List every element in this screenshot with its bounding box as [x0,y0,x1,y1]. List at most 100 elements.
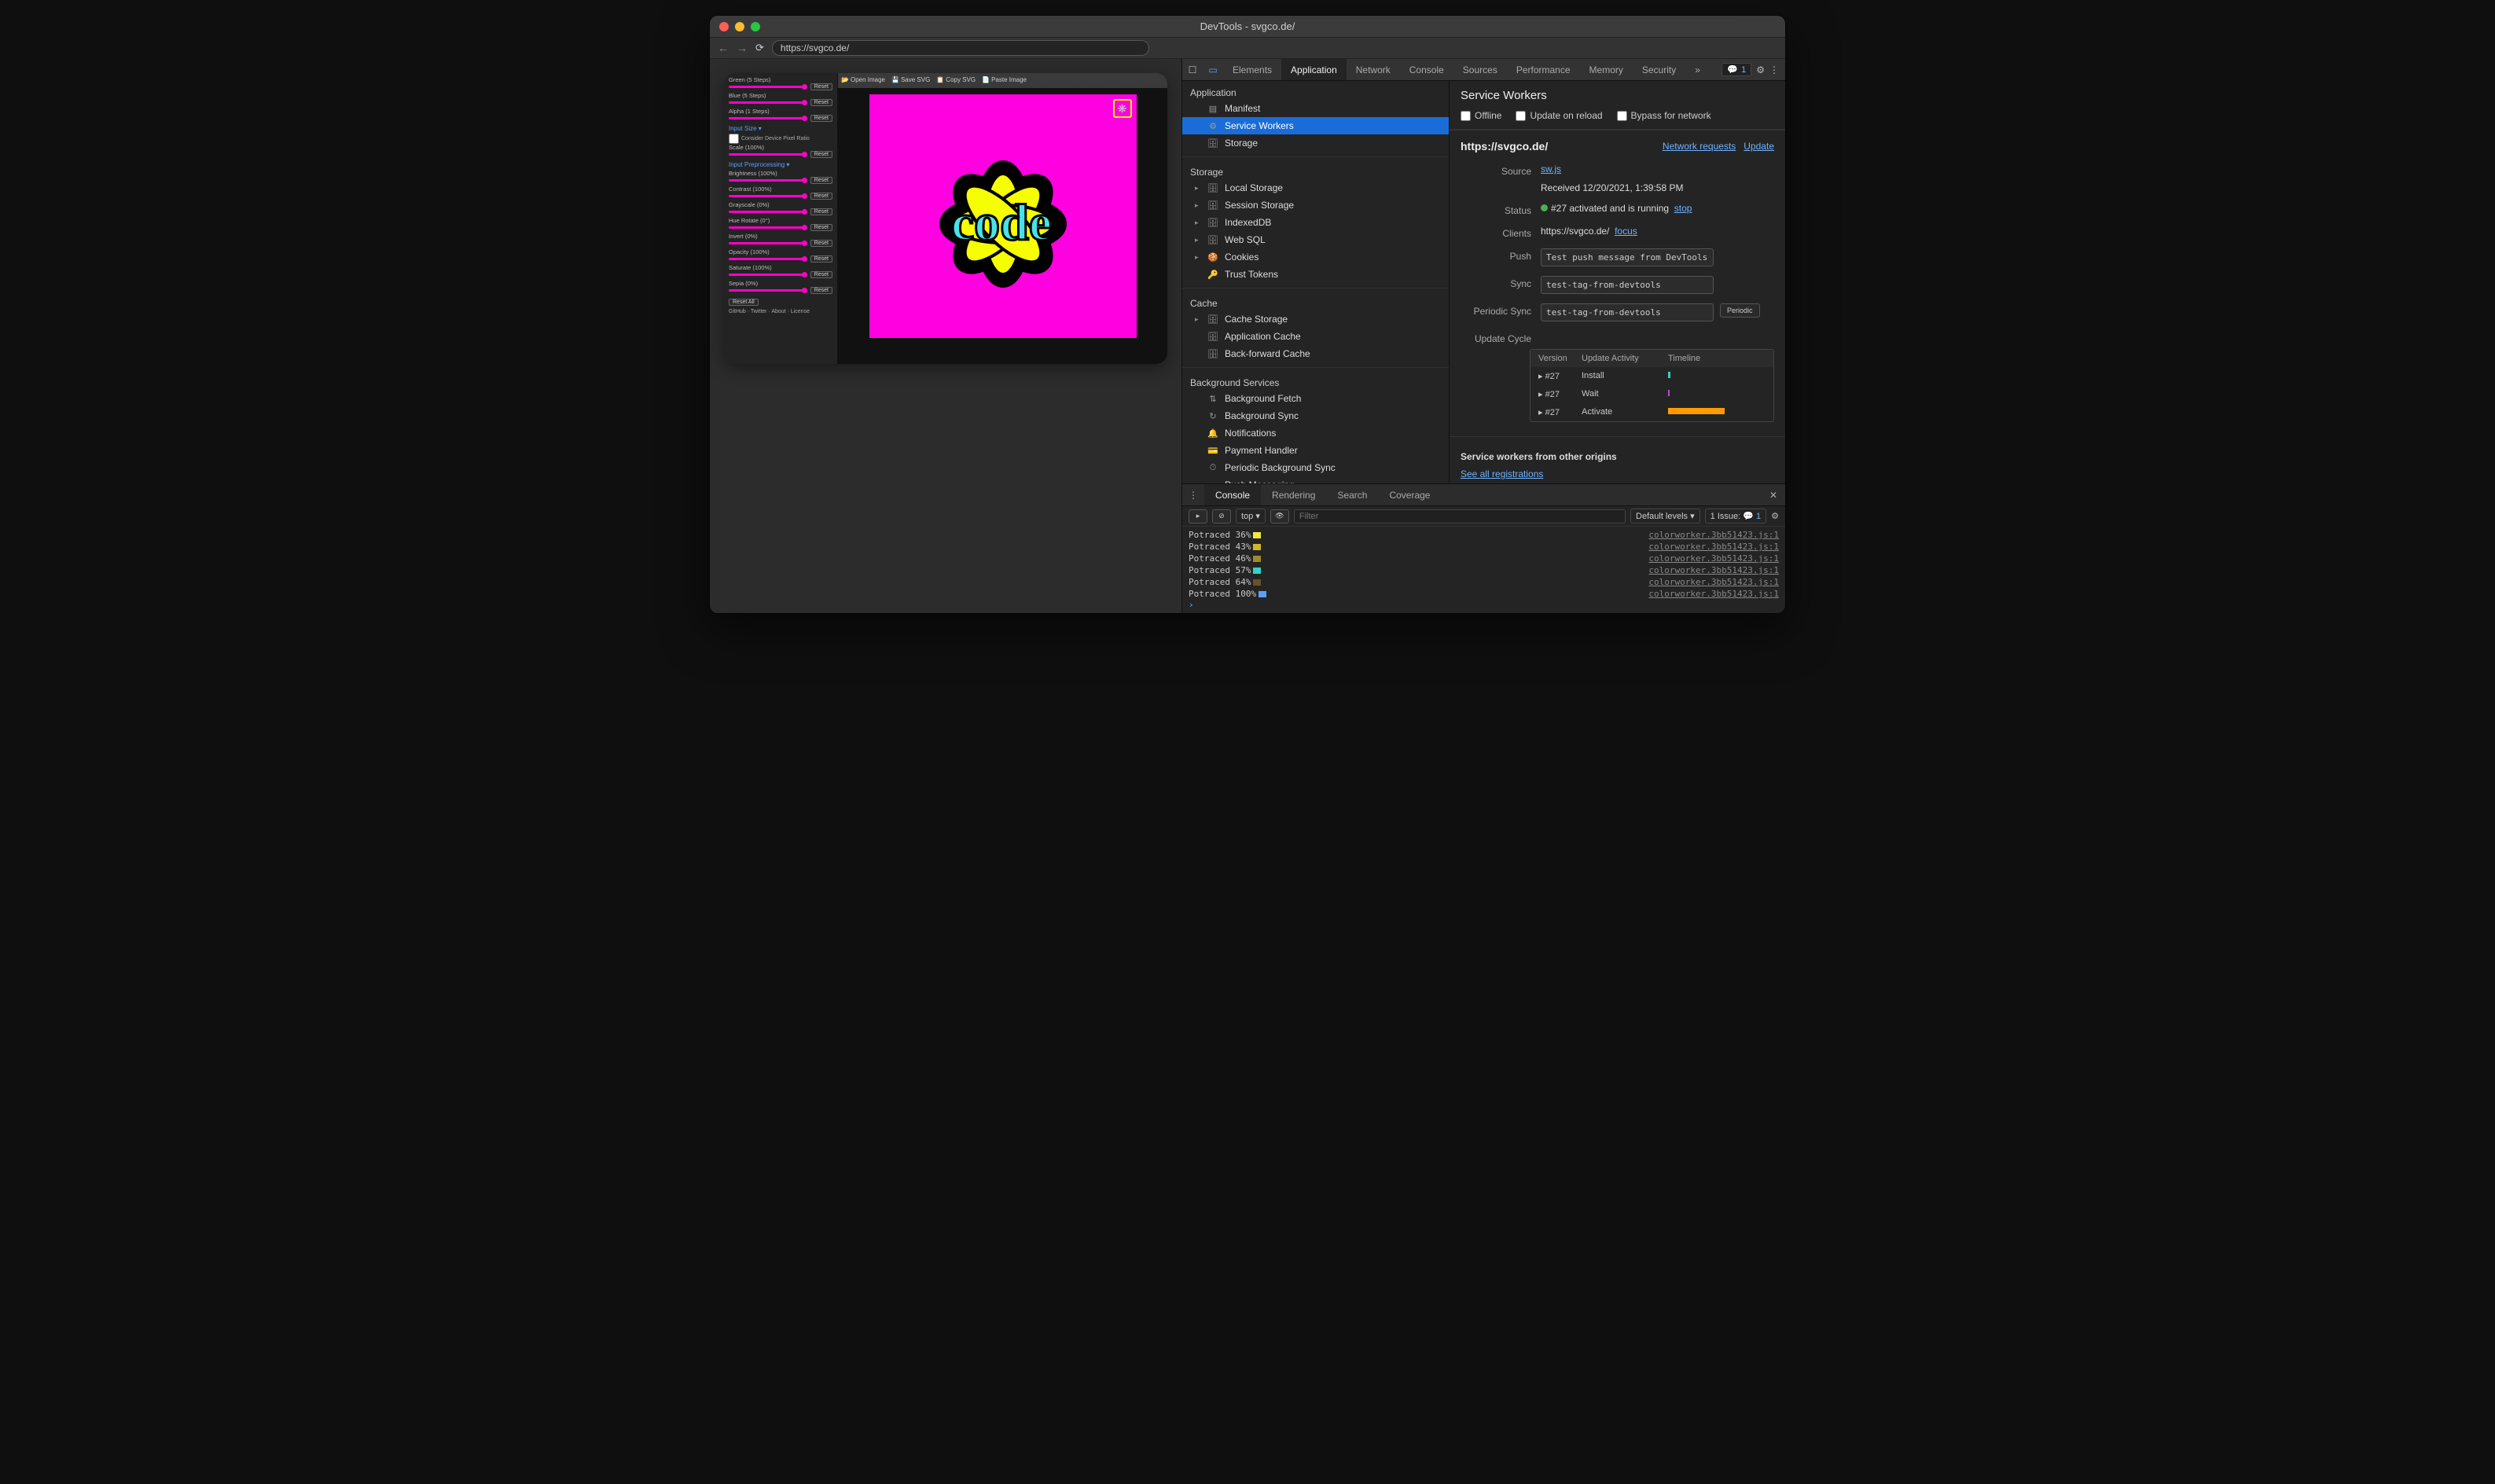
periodic-sync-input[interactable] [1541,303,1714,321]
see-all-link[interactable]: See all registrations [1461,468,1543,479]
tab-sources[interactable]: Sources [1453,59,1507,80]
offline-checkbox[interactable] [1461,111,1471,121]
slider[interactable] [729,86,807,88]
tab-application[interactable]: Application [1281,59,1347,80]
reload-icon[interactable]: ⟳ [755,42,764,54]
tab-network[interactable]: Network [1347,59,1400,80]
tree-item[interactable]: 💳Payment Handler [1182,442,1449,459]
reset-button[interactable]: Reset [810,208,832,215]
bypass-network-checkbox[interactable] [1617,111,1627,121]
open-image-button[interactable]: 📂 Open Image [841,76,885,83]
source-link[interactable]: colorworker.3bb51423.js:1 [1648,542,1779,552]
url-input[interactable] [772,40,1149,56]
kebab-icon[interactable]: ⋮ [1769,64,1779,75]
slider[interactable] [729,226,807,229]
console-filter-input[interactable] [1294,509,1626,523]
slider[interactable] [729,289,807,292]
tree-item[interactable]: ⏱Periodic Background Sync [1182,459,1449,476]
tree-item[interactable]: ▸🗄Cache Storage [1182,310,1449,328]
source-link[interactable]: colorworker.3bb51423.js:1 [1648,565,1779,575]
sync-input[interactable] [1541,276,1714,294]
paste-image-button[interactable]: 📄 Paste Image [982,76,1027,83]
tab-elements[interactable]: Elements [1223,59,1281,80]
copy-svg-button[interactable]: 📋 Copy SVG [936,76,976,83]
tab-performance[interactable]: Performance [1507,59,1580,80]
table-row[interactable]: ▸ #27Activate [1530,403,1773,421]
drawer-tab-console[interactable]: Console [1204,484,1261,505]
table-row[interactable]: ▸ #27Wait [1530,385,1773,403]
focus-link[interactable]: focus [1615,226,1637,237]
drawer-tab-search[interactable]: Search [1326,484,1378,505]
reset-button[interactable]: Reset [810,224,832,231]
tab-console[interactable]: Console [1400,59,1453,80]
slider[interactable] [729,242,807,244]
tree-item[interactable]: ▸🗄Local Storage [1182,179,1449,197]
tree-item[interactable]: ▸🗄IndexedDB [1182,214,1449,231]
section-input-size[interactable]: Input Size ▾ [729,125,832,132]
issues-link[interactable]: 1 Issue: 💬 1 [1705,509,1766,523]
consider-dpr-checkbox[interactable] [729,134,739,144]
tree-item[interactable]: ⇅Background Fetch [1182,390,1449,407]
maximize-icon[interactable] [751,22,760,31]
stop-link[interactable]: stop [1674,203,1692,214]
tree-item[interactable]: 🗄Application Cache [1182,328,1449,345]
tree-item-manifest[interactable]: ▤Manifest [1182,100,1449,117]
update-link[interactable]: Update [1744,141,1774,152]
settings-icon[interactable]: ⚙ [1756,64,1765,75]
tree-item[interactable]: ☁Push Messaging [1182,476,1449,483]
live-expr-icon[interactable]: 👁 [1270,509,1289,523]
levels-selector[interactable]: Default levels ▾ [1630,509,1700,523]
slider[interactable] [729,117,807,119]
footer-links[interactable]: GitHub · Twitter · About · License [729,309,832,314]
issues-badge[interactable]: 💬 1 [1722,63,1751,76]
push-input[interactable] [1541,248,1714,266]
clear-console-icon[interactable]: ⊘ [1212,509,1231,523]
reset-all-button[interactable]: Reset All [729,299,759,306]
slider[interactable] [729,101,807,104]
drawer-tab-rendering[interactable]: Rendering [1261,484,1326,505]
source-link[interactable]: colorworker.3bb51423.js:1 [1648,530,1779,540]
inspect-icon[interactable]: ☐ [1182,59,1203,80]
reset-button[interactable]: Reset [810,99,832,106]
tree-item[interactable]: 🔑Trust Tokens [1182,266,1449,283]
drawer-kebab-icon[interactable]: ⋮ [1182,484,1204,505]
console-prompt[interactable]: › [1189,600,1779,610]
tree-item[interactable]: ▸🍪Cookies [1182,248,1449,266]
tree-item-service-workers[interactable]: ⚙Service Workers [1182,117,1449,134]
reset-button[interactable]: Reset [810,193,832,200]
reset-button[interactable]: Reset [810,177,832,184]
periodic-button[interactable]: Periodic [1720,303,1760,318]
tab-security[interactable]: Security [1633,59,1685,80]
context-selector[interactable]: top ▾ [1236,509,1266,523]
slider[interactable] [729,179,807,182]
tree-item[interactable]: ▸🗄Session Storage [1182,197,1449,214]
slider[interactable] [729,274,807,276]
source-link[interactable]: colorworker.3bb51423.js:1 [1648,577,1779,587]
console-settings-icon[interactable]: ⚙ [1771,511,1779,521]
slider[interactable] [729,153,807,156]
tab-memory[interactable]: Memory [1580,59,1633,80]
section-preprocessing[interactable]: Input Preprocessing ▾ [729,161,832,168]
forward-icon[interactable]: → [737,42,748,54]
update-reload-checkbox[interactable] [1516,111,1526,121]
reset-button[interactable]: Reset [810,240,832,247]
tree-item[interactable]: 🗄Back-forward Cache [1182,345,1449,362]
reset-button[interactable]: Reset [810,83,832,90]
source-link[interactable]: colorworker.3bb51423.js:1 [1648,553,1779,564]
slider[interactable] [729,195,807,197]
more-tabs-icon[interactable]: » [1685,59,1710,80]
reset-button[interactable]: Reset [810,115,832,122]
minimize-icon[interactable] [735,22,744,31]
back-icon[interactable]: ← [718,42,729,54]
tree-item[interactable]: ▸🗄Web SQL [1182,231,1449,248]
source-file-link[interactable]: sw.js [1541,163,1561,174]
tree-item-storage[interactable]: 🗄Storage [1182,134,1449,152]
source-link[interactable]: colorworker.3bb51423.js:1 [1648,589,1779,599]
reset-button[interactable]: Reset [810,287,832,294]
reset-button[interactable]: Reset [810,255,832,263]
tree-item[interactable]: 🔔Notifications [1182,424,1449,442]
drawer-tab-coverage[interactable]: Coverage [1378,484,1441,505]
reset-button[interactable]: Reset [810,151,832,158]
slider[interactable] [729,258,807,260]
table-row[interactable]: ▸ #27Install [1530,367,1773,385]
